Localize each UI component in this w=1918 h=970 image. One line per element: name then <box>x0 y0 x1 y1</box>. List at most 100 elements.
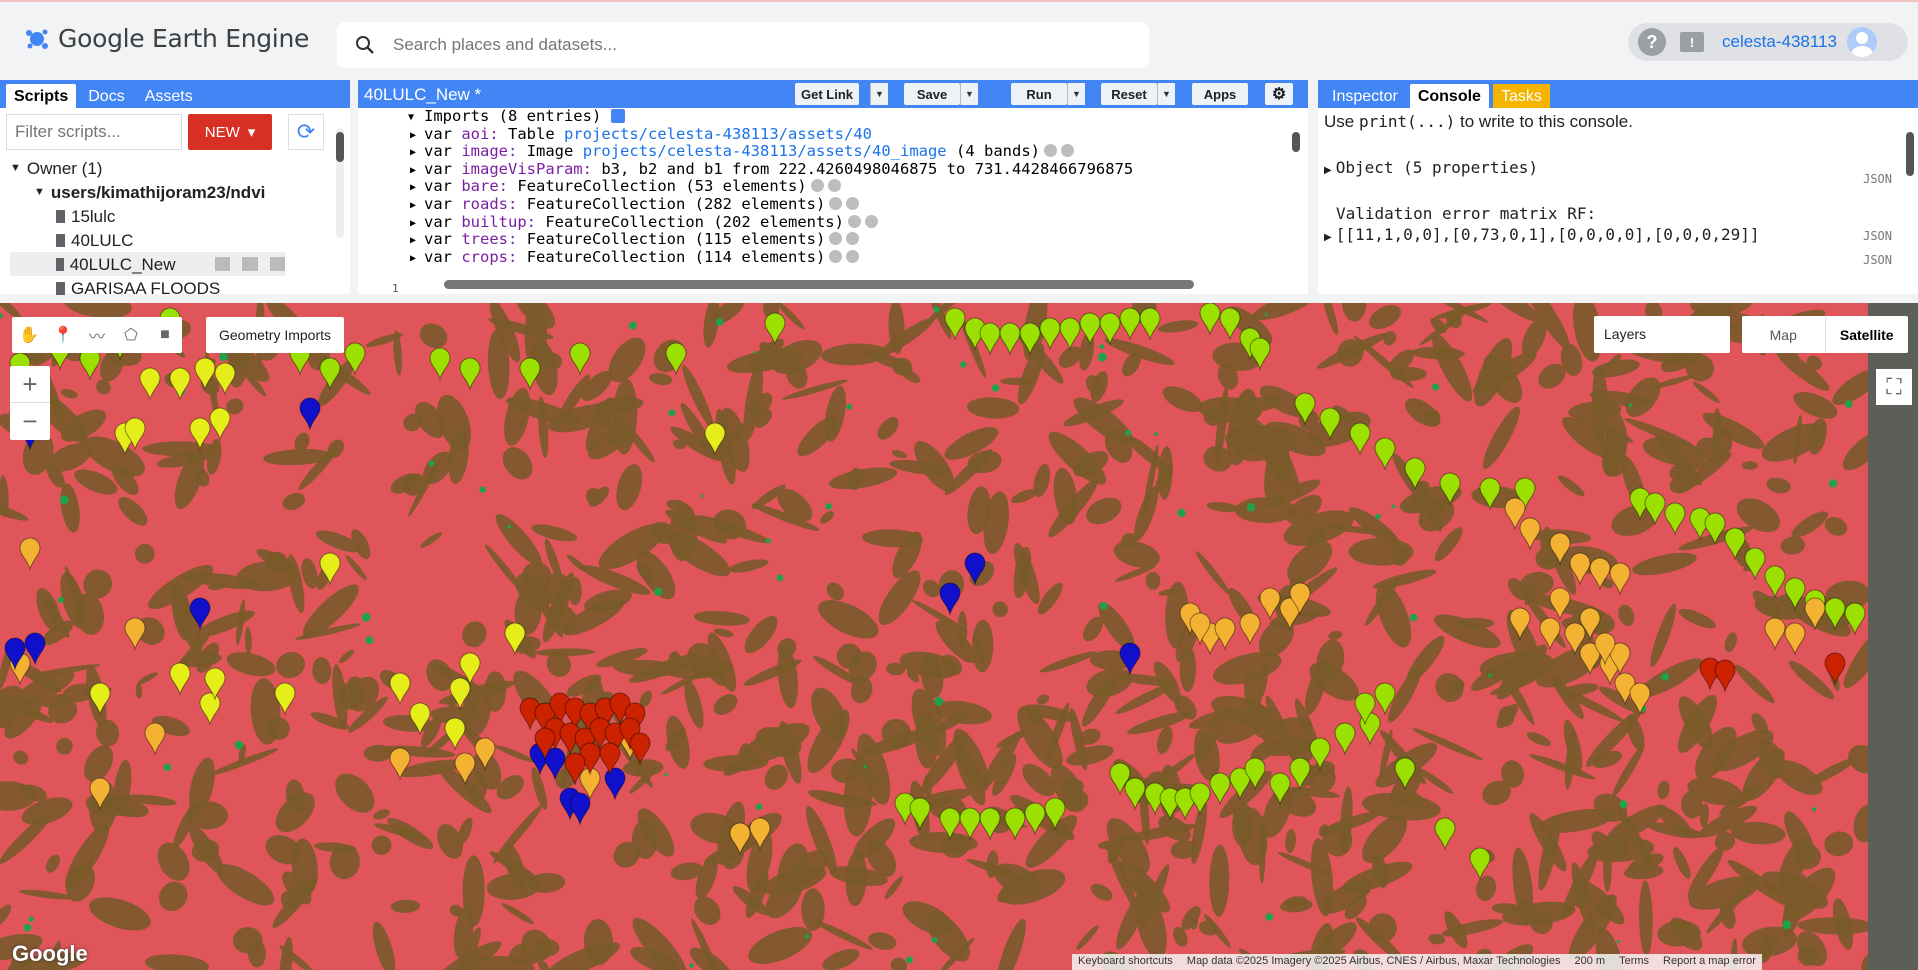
tab-scripts[interactable]: Scripts <box>6 84 77 108</box>
training-point-marker-icon[interactable] <box>1209 772 1231 806</box>
training-point-marker-icon[interactable] <box>1139 307 1161 341</box>
training-point-marker-icon[interactable] <box>1004 807 1026 841</box>
gear-icon[interactable] <box>810 179 824 193</box>
feedback-icon[interactable]: ! <box>1680 32 1704 52</box>
tree-repo[interactable]: ▼ users/kimathijoram23/ndvi <box>10 180 350 204</box>
line-draw-icon[interactable]: 〰 <box>80 317 114 353</box>
file-15lulc[interactable]: 15lulc <box>10 204 350 228</box>
scale-bar[interactable]: 200 m <box>1575 955 1606 969</box>
console-object-row[interactable]: ▶ Object (5 properties) <box>1324 158 1912 178</box>
console-scroll-thumb[interactable] <box>1906 132 1914 176</box>
scripts-scroll-thumb[interactable] <box>336 132 344 162</box>
tab-tasks[interactable]: Tasks <box>1492 84 1550 108</box>
json-tag[interactable]: JSON <box>1863 253 1892 267</box>
tab-docs[interactable]: Docs <box>80 84 132 108</box>
tree-owner[interactable]: ▼ Owner (1) <box>10 156 350 180</box>
rectangle-draw-icon[interactable]: ■ <box>148 317 182 353</box>
training-point-marker-icon[interactable] <box>199 692 221 726</box>
import-row[interactable]: ▶ var aoi: Table projects/celesta-438113/… <box>410 125 1293 144</box>
target-icon[interactable] <box>846 249 860 263</box>
classification-map[interactable] <box>0 303 1918 970</box>
apps-button[interactable]: Apps <box>1192 83 1248 105</box>
zoom-out-button[interactable]: − <box>10 403 50 440</box>
edit-icon[interactable] <box>242 257 258 271</box>
app-logo[interactable]: Google Earth Engine <box>24 24 309 53</box>
training-point-marker-icon[interactable] <box>1374 437 1396 471</box>
account-avatar-icon[interactable] <box>1847 27 1877 57</box>
layers-button[interactable]: Layers <box>1594 316 1730 353</box>
project-name[interactable]: celesta-438113 <box>1722 32 1837 52</box>
training-point-marker-icon[interactable] <box>1119 307 1141 341</box>
polygon-draw-icon[interactable]: ⬠ <box>114 317 148 353</box>
filter-scripts-input[interactable] <box>6 114 182 150</box>
import-link[interactable]: projects/celesta-438113/assets/40_image <box>583 142 947 160</box>
file-40lulc[interactable]: 40LULC <box>10 228 350 252</box>
search-box[interactable] <box>337 22 1149 68</box>
import-name[interactable]: imageVisParam <box>461 160 582 178</box>
get-link-button[interactable]: Get Link <box>795 83 859 105</box>
import-name[interactable]: trees <box>461 230 508 248</box>
training-point-marker-icon[interactable] <box>169 367 191 401</box>
training-point-marker-icon[interactable] <box>209 407 231 441</box>
save-dropdown-icon[interactable]: ▼ <box>960 83 978 105</box>
training-point-marker-icon[interactable] <box>1744 547 1766 581</box>
training-point-marker-icon[interactable] <box>299 397 321 431</box>
import-link[interactable]: projects/celesta-438113/assets/40 <box>564 125 872 143</box>
training-point-marker-icon[interactable] <box>569 342 591 376</box>
import-row[interactable]: ▶ var roads: FeatureCollection (282 eleme… <box>410 195 1293 214</box>
training-point-marker-icon[interactable] <box>1519 517 1541 551</box>
training-point-marker-icon[interactable] <box>144 722 166 756</box>
training-point-marker-icon[interactable] <box>1219 307 1241 341</box>
search-input[interactable] <box>393 35 1093 55</box>
run-dropdown-icon[interactable]: ▼ <box>1067 83 1085 105</box>
gear-icon[interactable] <box>829 232 843 246</box>
import-name[interactable]: crops <box>461 248 508 266</box>
training-point-marker-icon[interactable] <box>979 322 1001 356</box>
training-point-marker-icon[interactable] <box>959 807 981 841</box>
tab-console[interactable]: Console <box>1409 84 1489 108</box>
get-link-dropdown-icon[interactable]: ▼ <box>870 83 888 105</box>
training-point-marker-icon[interactable] <box>1349 422 1371 456</box>
matrix-row[interactable]: ▶ [[11,1,0,0],[0,73,0,1],[0,0,0,0],[0,0,0… <box>1324 225 1912 245</box>
eye-icon[interactable] <box>1044 144 1057 158</box>
keyboard-shortcuts-link[interactable]: Keyboard shortcuts <box>1078 955 1173 969</box>
training-point-marker-icon[interactable] <box>1214 617 1236 651</box>
training-point-marker-icon[interactable] <box>1764 565 1786 599</box>
gear-icon[interactable] <box>829 249 843 263</box>
training-point-marker-icon[interactable] <box>519 357 541 391</box>
point-marker-icon[interactable]: 📍 <box>46 317 80 353</box>
import-name[interactable]: aoi <box>461 125 489 143</box>
training-point-marker-icon[interactable] <box>1784 622 1806 656</box>
import-row[interactable]: ▶ var builtup: FeatureCollection (202 ele… <box>410 213 1293 232</box>
training-point-marker-icon[interactable] <box>389 672 411 706</box>
target-icon[interactable] <box>827 179 841 193</box>
training-point-marker-icon[interactable] <box>604 767 626 801</box>
report-error-link[interactable]: Report a map error <box>1663 955 1756 969</box>
save-button[interactable]: Save <box>904 83 960 105</box>
training-point-marker-icon[interactable] <box>1714 659 1736 693</box>
target-icon[interactable] <box>846 232 860 246</box>
import-name[interactable]: image <box>461 142 508 160</box>
terms-link[interactable]: Terms <box>1619 955 1649 969</box>
training-point-marker-icon[interactable] <box>999 322 1021 356</box>
editor-scroll-thumb[interactable] <box>1292 132 1300 152</box>
zoom-in-button[interactable]: + <box>10 366 50 403</box>
json-tag[interactable]: JSON <box>1863 172 1892 186</box>
training-point-marker-icon[interactable] <box>124 617 146 651</box>
import-row[interactable]: ▶ var imageVisParam: b3, b2 and b1 from 2… <box>410 160 1293 179</box>
delete-icon[interactable] <box>269 257 286 271</box>
training-point-marker-icon[interactable] <box>1059 317 1081 351</box>
training-point-marker-icon[interactable] <box>1549 587 1571 621</box>
training-point-marker-icon[interactable] <box>1609 562 1631 596</box>
training-point-marker-icon[interactable] <box>1434 817 1456 851</box>
training-point-marker-icon[interactable] <box>979 807 1001 841</box>
gear-icon[interactable] <box>847 214 861 228</box>
refresh-icon[interactable]: ⟳ <box>288 114 324 150</box>
help-icon[interactable]: ? <box>1638 28 1666 56</box>
target-icon[interactable] <box>864 214 878 228</box>
training-point-marker-icon[interactable] <box>169 662 191 696</box>
reset-button[interactable]: Reset <box>1101 83 1157 105</box>
training-point-marker-icon[interactable] <box>1824 652 1846 686</box>
target-icon[interactable] <box>1061 144 1074 158</box>
editor-hscrollbar[interactable] <box>444 280 1194 289</box>
